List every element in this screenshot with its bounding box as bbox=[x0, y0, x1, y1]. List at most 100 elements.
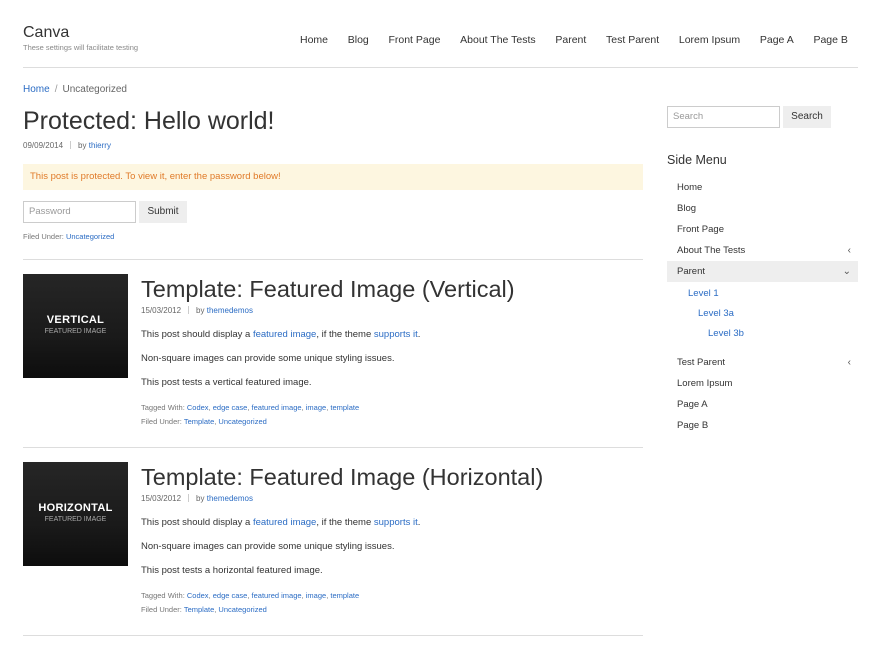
filed-label: Filed Under: bbox=[141, 417, 182, 426]
post-tags: Tagged With: Codex, edge case, featured … bbox=[141, 403, 360, 412]
post-filed-under: Filed Under: Uncategorized bbox=[23, 232, 643, 241]
breadcrumb: Home / Uncategorized bbox=[23, 84, 127, 95]
post-title[interactable]: Template: Featured Image (Vertical) bbox=[141, 274, 641, 304]
side-menu-item-level-3a[interactable]: Level 3a bbox=[667, 304, 858, 324]
chevron-left-icon[interactable]: ‹ bbox=[848, 240, 851, 261]
filed-label: Filed Under: bbox=[23, 232, 64, 241]
submit-button[interactable]: Submit bbox=[139, 201, 187, 223]
side-menu-item-page-b[interactable]: Page B bbox=[667, 415, 858, 436]
meta-divider bbox=[188, 306, 190, 314]
paragraph-text: This post should display a bbox=[141, 329, 253, 340]
paragraph-text: . bbox=[417, 329, 421, 340]
post-meta: 09/09/2014 by thierry bbox=[23, 141, 643, 150]
chevron-left-icon[interactable]: ‹ bbox=[848, 352, 851, 373]
featured-image-thumbnail[interactable]: HORIZONTAL FEATURED IMAGE bbox=[23, 462, 128, 566]
nav-page-a[interactable]: Page A bbox=[760, 34, 794, 46]
post-date: 15/03/2012 bbox=[141, 306, 182, 315]
side-menu-item-parent[interactable]: Parent ⌄ bbox=[667, 261, 858, 282]
meta-divider bbox=[188, 494, 190, 502]
featured-image-link[interactable]: featured image bbox=[253, 517, 316, 528]
post-filed-under: Filed Under: Template, Uncategorized bbox=[141, 605, 267, 614]
search-button[interactable]: Search bbox=[783, 106, 831, 128]
password-form: Password Submit bbox=[23, 201, 643, 223]
protected-notice: This post is protected. To view it, ente… bbox=[23, 164, 643, 190]
post-meta: 15/03/2012 by themedemos bbox=[141, 494, 641, 503]
tag-link[interactable]: edge case bbox=[213, 403, 248, 412]
side-menu-item-about-the-tests[interactable]: About The Tests ‹ bbox=[667, 240, 858, 261]
tag-link[interactable]: Codex bbox=[187, 403, 209, 412]
category-link[interactable]: Uncategorized bbox=[66, 232, 114, 241]
post-date: 09/09/2014 bbox=[23, 141, 64, 150]
tag-link[interactable]: image bbox=[306, 591, 326, 600]
side-menu-title: Side Menu bbox=[667, 153, 727, 167]
featured-image-thumbnail[interactable]: VERTICAL FEATURED IMAGE bbox=[23, 274, 128, 378]
tagged-label: Tagged With: bbox=[141, 591, 185, 600]
header-divider bbox=[23, 67, 858, 68]
post-entry: VERTICAL FEATURED IMAGE Template: Featur… bbox=[23, 260, 643, 448]
post-paragraph: Non-square images can provide some uniqu… bbox=[141, 541, 395, 552]
chevron-down-icon[interactable]: ⌄ bbox=[843, 261, 851, 282]
category-link[interactable]: Template bbox=[184, 605, 214, 614]
search-input[interactable]: Search bbox=[667, 106, 780, 128]
side-menu-item-home[interactable]: Home bbox=[667, 177, 858, 198]
side-menu-item-blog[interactable]: Blog bbox=[667, 198, 858, 219]
paragraph-text: . bbox=[417, 517, 421, 528]
main-content: Protected: Hello world! 09/09/2014 by thi… bbox=[23, 104, 643, 636]
nav-parent[interactable]: Parent bbox=[555, 34, 586, 46]
thumbnail-title: HORIZONTAL bbox=[38, 502, 113, 514]
side-menu-item-level-3b[interactable]: Level 3b bbox=[667, 324, 858, 344]
supports-it-link[interactable]: supports it bbox=[374, 517, 418, 528]
post-paragraph: This post tests a horizontal featured im… bbox=[141, 565, 323, 576]
thumbnail-subtitle: FEATURED IMAGE bbox=[44, 328, 107, 335]
category-link[interactable]: Uncategorized bbox=[218, 605, 266, 614]
post-filed-under: Filed Under: Template, Uncategorized bbox=[141, 417, 267, 426]
tag-link[interactable]: template bbox=[330, 591, 359, 600]
side-menu-item-page-a[interactable]: Page A bbox=[667, 394, 858, 415]
post-entry: HORIZONTAL FEATURED IMAGE Template: Feat… bbox=[23, 448, 643, 636]
category-link[interactable]: Uncategorized bbox=[218, 417, 266, 426]
category-link[interactable]: Template bbox=[184, 417, 214, 426]
tag-link[interactable]: image bbox=[306, 403, 326, 412]
nav-blog[interactable]: Blog bbox=[348, 34, 369, 46]
password-field[interactable]: Password bbox=[23, 201, 136, 223]
side-menu-item-level-1[interactable]: Level 1 bbox=[667, 284, 858, 304]
tag-link[interactable]: template bbox=[330, 403, 359, 412]
post-by: by bbox=[78, 141, 87, 150]
post-paragraph: This post tests a vertical featured imag… bbox=[141, 377, 312, 388]
meta-divider bbox=[70, 141, 72, 149]
featured-image-link[interactable]: featured image bbox=[253, 329, 316, 340]
post-author-link[interactable]: themedemos bbox=[207, 306, 253, 315]
nav-front-page[interactable]: Front Page bbox=[388, 34, 440, 46]
tag-link[interactable]: Codex bbox=[187, 591, 209, 600]
post-author-link[interactable]: thierry bbox=[89, 141, 111, 150]
paragraph-text: , if the theme bbox=[316, 517, 374, 528]
tag-link[interactable]: featured image bbox=[252, 591, 302, 600]
post-title[interactable]: Protected: Hello world! bbox=[23, 104, 643, 138]
post-body: Template: Featured Image (Horizontal) 15… bbox=[141, 462, 641, 614]
post-title[interactable]: Template: Featured Image (Horizontal) bbox=[141, 462, 641, 492]
nav-page-b[interactable]: Page B bbox=[813, 34, 847, 46]
post-author-link[interactable]: themedemos bbox=[207, 494, 253, 503]
tag-link[interactable]: edge case bbox=[213, 591, 248, 600]
post-divider bbox=[23, 635, 643, 636]
nav-about-the-tests[interactable]: About The Tests bbox=[460, 34, 536, 46]
side-menu-item-lorem-ipsum[interactable]: Lorem Ipsum bbox=[667, 373, 858, 394]
post-date: 15/03/2012 bbox=[141, 494, 182, 503]
site-title[interactable]: Canva bbox=[23, 24, 69, 42]
post-body: Template: Featured Image (Vertical) 15/0… bbox=[141, 274, 641, 426]
side-menu-item-test-parent[interactable]: Test Parent ‹ bbox=[667, 352, 858, 373]
breadcrumb-home[interactable]: Home bbox=[23, 84, 50, 95]
nav-test-parent[interactable]: Test Parent bbox=[606, 34, 659, 46]
tag-link[interactable]: featured image bbox=[252, 403, 302, 412]
post-by: by bbox=[196, 306, 205, 315]
submenu-spacer bbox=[667, 344, 858, 352]
nav-home[interactable]: Home bbox=[300, 34, 328, 46]
nav-lorem-ipsum[interactable]: Lorem Ipsum bbox=[679, 34, 740, 46]
side-menu-item-front-page[interactable]: Front Page bbox=[667, 219, 858, 240]
post-paragraph: This post should display a featured imag… bbox=[141, 329, 641, 340]
side-menu-item-label: About The Tests bbox=[677, 245, 746, 256]
post-by: by bbox=[196, 494, 205, 503]
thumbnail-subtitle: FEATURED IMAGE bbox=[44, 516, 107, 523]
paragraph-text: , if the theme bbox=[316, 329, 374, 340]
supports-it-link[interactable]: supports it bbox=[374, 329, 418, 340]
